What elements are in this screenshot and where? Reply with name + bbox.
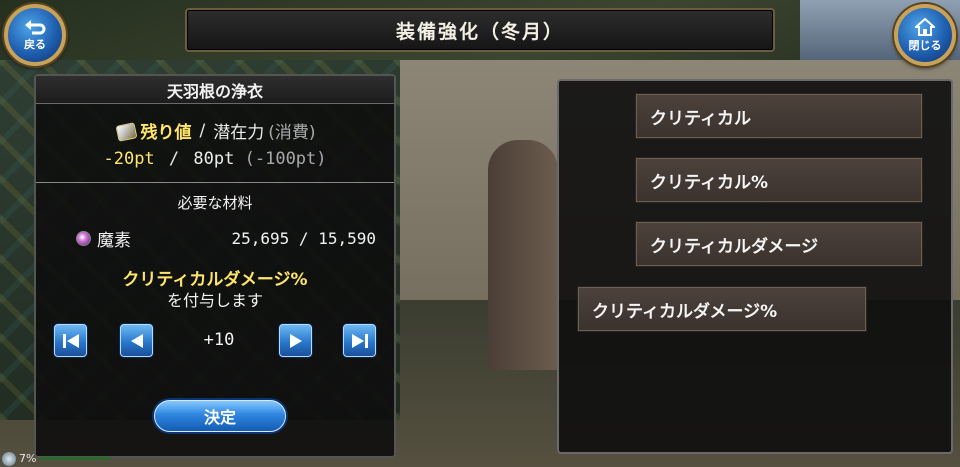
option-critical-percent[interactable]: クリティカル% [635,157,923,203]
status-bar [40,457,111,460]
status-indicator: 7% [0,450,120,467]
potential-label: 潜在力 [213,123,265,143]
material-row: 魔素 25,695 / 15,590 [76,226,376,251]
status-icon [2,451,16,466]
skip-to-min-button[interactable] [54,324,87,357]
triangle-left-icon [130,333,143,348]
materials-title: 必要な材料 [177,194,253,212]
step-value: +10 [203,330,235,350]
skip-to-max-button[interactable] [343,324,376,357]
confirm-button[interactable]: 決定 [154,400,286,432]
points-header: 残り値 / 潜在力 (消費) [36,118,394,144]
material-name: 魔素 [97,231,131,251]
enhance-detail-panel: 天羽根の浄衣 残り値 / 潜在力 (消費) -20pt / 80pt (-100… [34,74,396,458]
potential-value: 80pt [193,149,235,169]
item-name: 天羽根の浄衣 [36,76,394,104]
grant-option-suffix: を付与します [166,291,263,310]
value-stepper: +10 [54,324,378,358]
return-arrow-icon [25,19,46,34]
remaining-label: 残り値 [140,123,192,143]
orb-icon [76,231,91,246]
consume-label: (消費) [268,123,316,143]
close-button[interactable]: 閉じる [894,4,956,66]
back-label: 戻る [24,37,46,51]
home-icon [915,17,935,36]
enhance-stone-icon [115,121,137,141]
option-list-panel: クリティカル クリティカル% クリティカルダメージ クリティカルダメージ% [557,79,953,454]
decrease-button[interactable] [120,324,153,357]
back-button[interactable]: 戻る [4,4,66,66]
screen-title-bar: 装備強化（冬月） [185,8,775,52]
separator: / [168,149,180,169]
scene-door [488,140,558,370]
triangle-right-icon [289,333,302,348]
skip-back-icon [62,333,79,348]
option-critical[interactable]: クリティカル [635,93,923,139]
status-percent: 7% [19,452,37,465]
screen-title: 装備強化（冬月） [395,20,564,43]
close-label: 閉じる [908,38,942,52]
remaining-value: -20pt [103,149,155,169]
increase-button[interactable] [279,324,312,357]
material-quantity: 25,695 / 15,590 [231,229,377,248]
option-critical-damage-percent[interactable]: クリティカルダメージ% [577,286,867,332]
option-critical-damage[interactable]: クリティカルダメージ [635,221,923,267]
points-values: -20pt / 80pt (-100pt) [36,149,394,169]
consume-value: (-100pt) [244,149,327,169]
section-divider [36,182,394,183]
separator: / [199,120,206,141]
skip-forward-icon [351,333,368,348]
